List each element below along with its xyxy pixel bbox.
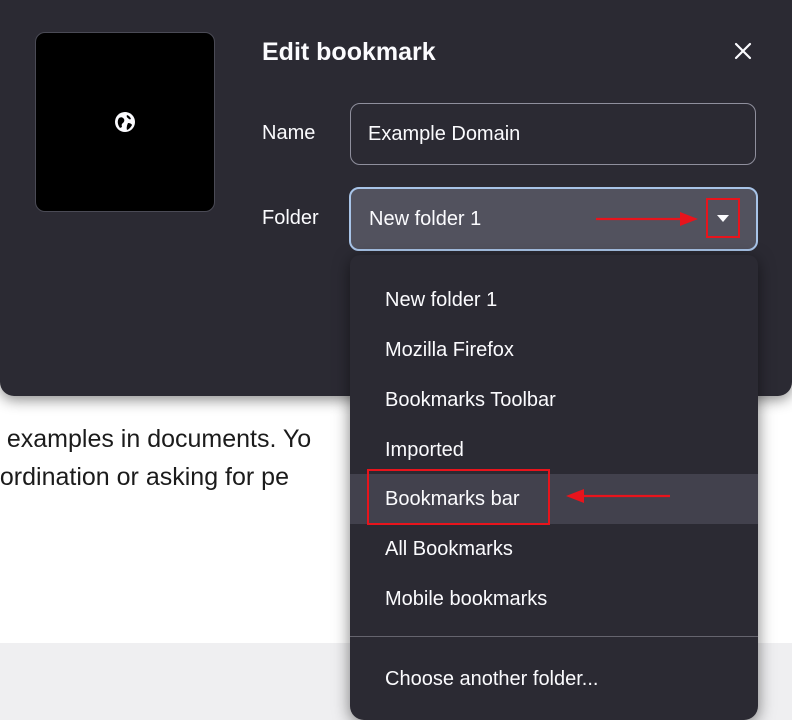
name-label: Name: [262, 122, 316, 144]
close-button[interactable]: [726, 34, 760, 68]
menu-divider: [350, 636, 758, 637]
menu-item-bookmarks-toolbar[interactable]: Bookmarks Toolbar: [350, 375, 758, 425]
chevron-down-icon: [717, 214, 729, 222]
globe-icon: [115, 112, 135, 132]
dialog-title: Edit bookmark: [262, 38, 436, 66]
page-text-line: oordination or asking for pe: [0, 463, 289, 491]
menu-item-mozilla-firefox[interactable]: Mozilla Firefox: [350, 325, 758, 375]
page-body-text: e examples in documents. Yo oordination …: [0, 420, 360, 496]
menu-item-new-folder-1[interactable]: New folder 1: [350, 275, 758, 325]
menu-item-mobile-bookmarks[interactable]: Mobile bookmarks: [350, 574, 758, 624]
annotation-highlight-box: [367, 469, 550, 525]
menu-item-imported[interactable]: Imported: [350, 425, 758, 475]
close-icon: [734, 42, 752, 60]
page-text-line: e examples in documents. Yo: [0, 425, 312, 453]
bookmark-thumbnail: [35, 32, 215, 212]
folder-dropdown-button[interactable]: [706, 198, 740, 238]
menu-item-all-bookmarks[interactable]: All Bookmarks: [350, 524, 758, 574]
menu-item-choose-another-folder[interactable]: Choose another folder...: [350, 654, 758, 704]
folder-label: Folder: [262, 207, 319, 229]
annotation-arrow-icon: [596, 212, 698, 226]
name-input[interactable]: Example Domain: [350, 103, 756, 165]
annotation-arrow-icon: [566, 489, 670, 503]
